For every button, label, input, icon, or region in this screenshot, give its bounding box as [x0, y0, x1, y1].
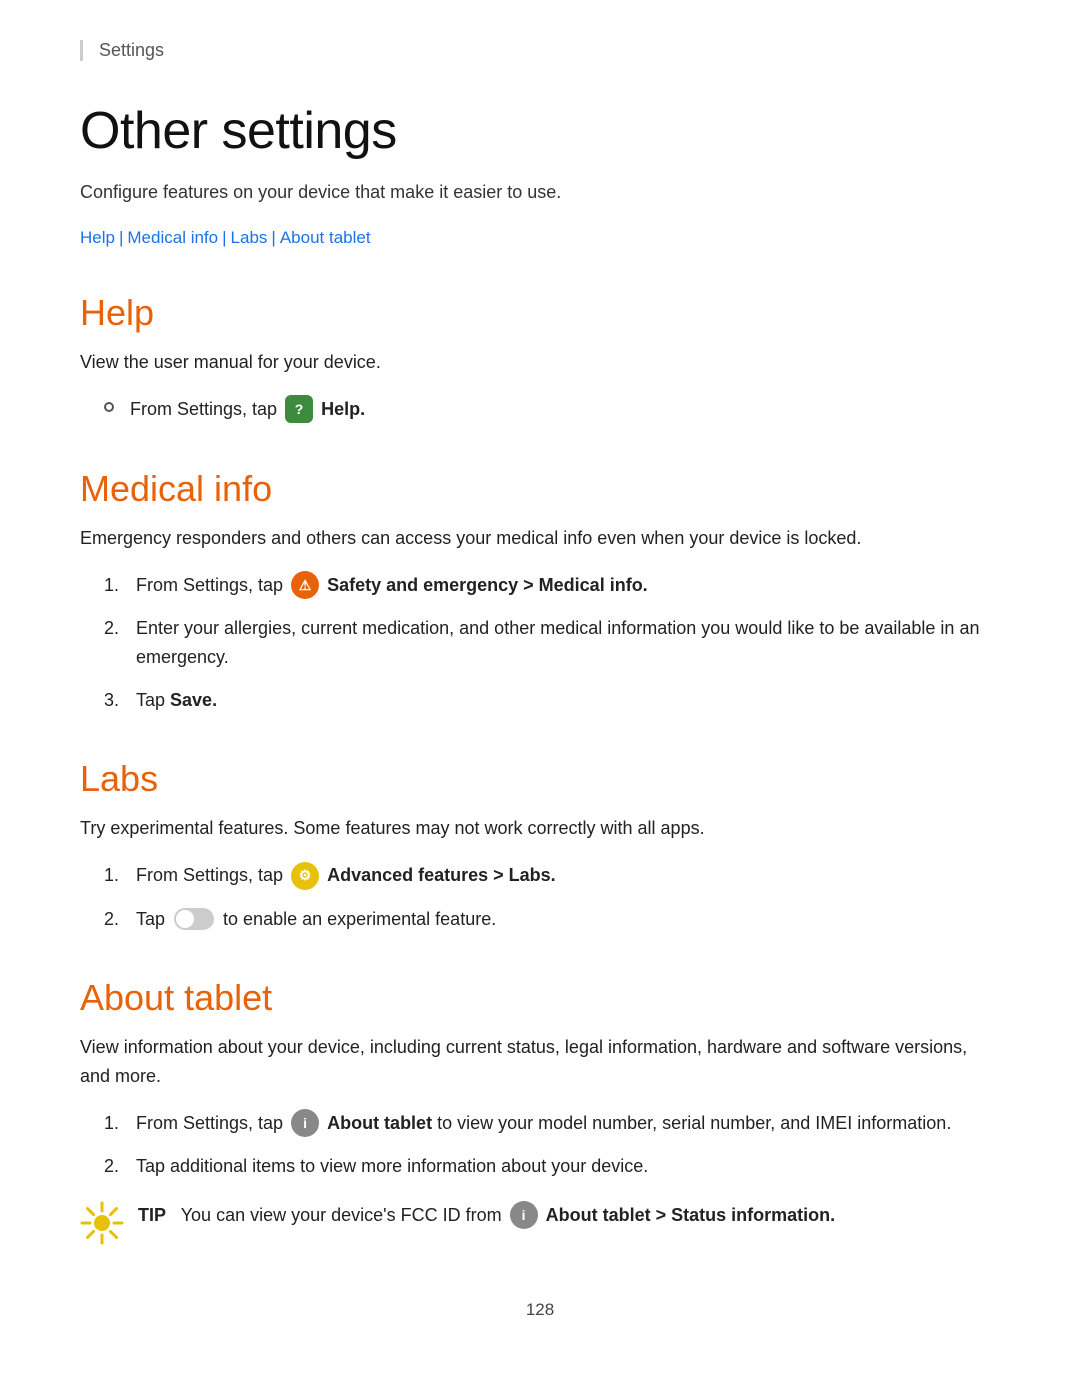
tip-box: TIP You can view your device's FCC ID fr…: [80, 1201, 1000, 1250]
nav-links: Help | Medical info | Labs | About table…: [80, 228, 1000, 248]
help-desc: View the user manual for your device.: [80, 348, 1000, 377]
about-step-1: 1. From Settings, tap i About tablet to …: [80, 1109, 1000, 1138]
help-bullet: From Settings, tap ? Help.: [80, 395, 1000, 424]
labs-step-2-content: Tap to enable an experimental feature.: [136, 905, 1000, 934]
tip-label: TIP: [138, 1205, 166, 1225]
tip-sun-icon: [80, 1201, 124, 1250]
about-step-2: 2. Tap additional items to view more inf…: [80, 1152, 1000, 1181]
section-about-tablet: About tablet View information about your…: [80, 977, 1000, 1250]
nav-sep-3: |: [271, 228, 275, 248]
breadcrumb-label: Settings: [99, 40, 164, 60]
nav-link-medical-info[interactable]: Medical info: [127, 228, 218, 248]
nav-sep-2: |: [222, 228, 226, 248]
about-step-1-num: 1.: [104, 1109, 136, 1138]
labs-step-1-bold: Advanced features > Labs.: [327, 865, 556, 885]
nav-sep-1: |: [119, 228, 123, 248]
page-number: 128: [80, 1300, 1000, 1340]
medical-step-1-content: From Settings, tap ⚠ Safety and emergenc…: [136, 571, 1000, 600]
help-title: Help: [80, 292, 1000, 334]
about-tablet-title: About tablet: [80, 977, 1000, 1019]
medical-info-desc: Emergency responders and others can acce…: [80, 524, 1000, 553]
medical-step-3-bold: Save.: [170, 690, 217, 710]
medical-step-2-content: Enter your allergies, current medication…: [136, 614, 1000, 672]
medical-step-1: 1. From Settings, tap ⚠ Safety and emerg…: [80, 571, 1000, 600]
medical-step-3-content: Tap Save.: [136, 686, 1000, 715]
tip-text: TIP You can view your device's FCC ID fr…: [138, 1201, 835, 1230]
page-subtitle: Configure features on your device that m…: [80, 179, 1000, 206]
page-title: Other settings: [80, 101, 1000, 161]
section-help: Help View the user manual for your devic…: [80, 292, 1000, 424]
medical-info-title: Medical info: [80, 468, 1000, 510]
bullet-circle-icon: [104, 402, 114, 412]
nav-link-help[interactable]: Help: [80, 228, 115, 248]
nav-link-about-tablet[interactable]: About tablet: [280, 228, 371, 248]
about-step-1-content: From Settings, tap i About tablet to vie…: [136, 1109, 1000, 1138]
medical-step-1-num: 1.: [104, 571, 136, 600]
labs-title: Labs: [80, 758, 1000, 800]
medical-step-2-num: 2.: [104, 614, 136, 643]
labs-step-1-num: 1.: [104, 861, 136, 890]
about-icon-badge-tip: i: [510, 1201, 538, 1229]
section-medical-info: Medical info Emergency responders and ot…: [80, 468, 1000, 714]
nav-link-labs[interactable]: Labs: [231, 228, 268, 248]
advanced-icon-badge: ⚙: [291, 862, 319, 890]
labs-desc: Try experimental features. Some features…: [80, 814, 1000, 843]
medical-step-3: 3. Tap Save.: [80, 686, 1000, 715]
medical-step-1-bold: Safety and emergency > Medical info.: [327, 575, 648, 595]
medical-step-3-num: 3.: [104, 686, 136, 715]
about-step-2-num: 2.: [104, 1152, 136, 1181]
labs-step-1: 1. From Settings, tap ⚙ Advanced feature…: [80, 861, 1000, 890]
about-step-2-content: Tap additional items to view more inform…: [136, 1152, 1000, 1181]
medical-step-2: 2. Enter your allergies, current medicat…: [80, 614, 1000, 672]
about-tablet-desc: View information about your device, incl…: [80, 1033, 1000, 1091]
toggle-icon: [174, 908, 214, 930]
safety-icon-badge: ⚠: [291, 571, 319, 599]
help-bold-text: Help.: [321, 399, 365, 419]
page-container: Settings Other settings Configure featur…: [0, 0, 1080, 1400]
help-icon-badge: ?: [285, 395, 313, 423]
about-step-1-bold: About tablet: [327, 1113, 432, 1133]
labs-step-1-content: From Settings, tap ⚙ Advanced features >…: [136, 861, 1000, 890]
help-bullet-text: From Settings, tap ? Help.: [130, 395, 365, 424]
section-labs: Labs Try experimental features. Some fea…: [80, 758, 1000, 933]
breadcrumb: Settings: [80, 40, 1000, 61]
about-icon-badge-1: i: [291, 1109, 319, 1137]
labs-step-2: 2. Tap to enable an experimental feature…: [80, 905, 1000, 934]
tip-bold-text: About tablet > Status information.: [546, 1205, 836, 1225]
labs-step-2-num: 2.: [104, 905, 136, 934]
